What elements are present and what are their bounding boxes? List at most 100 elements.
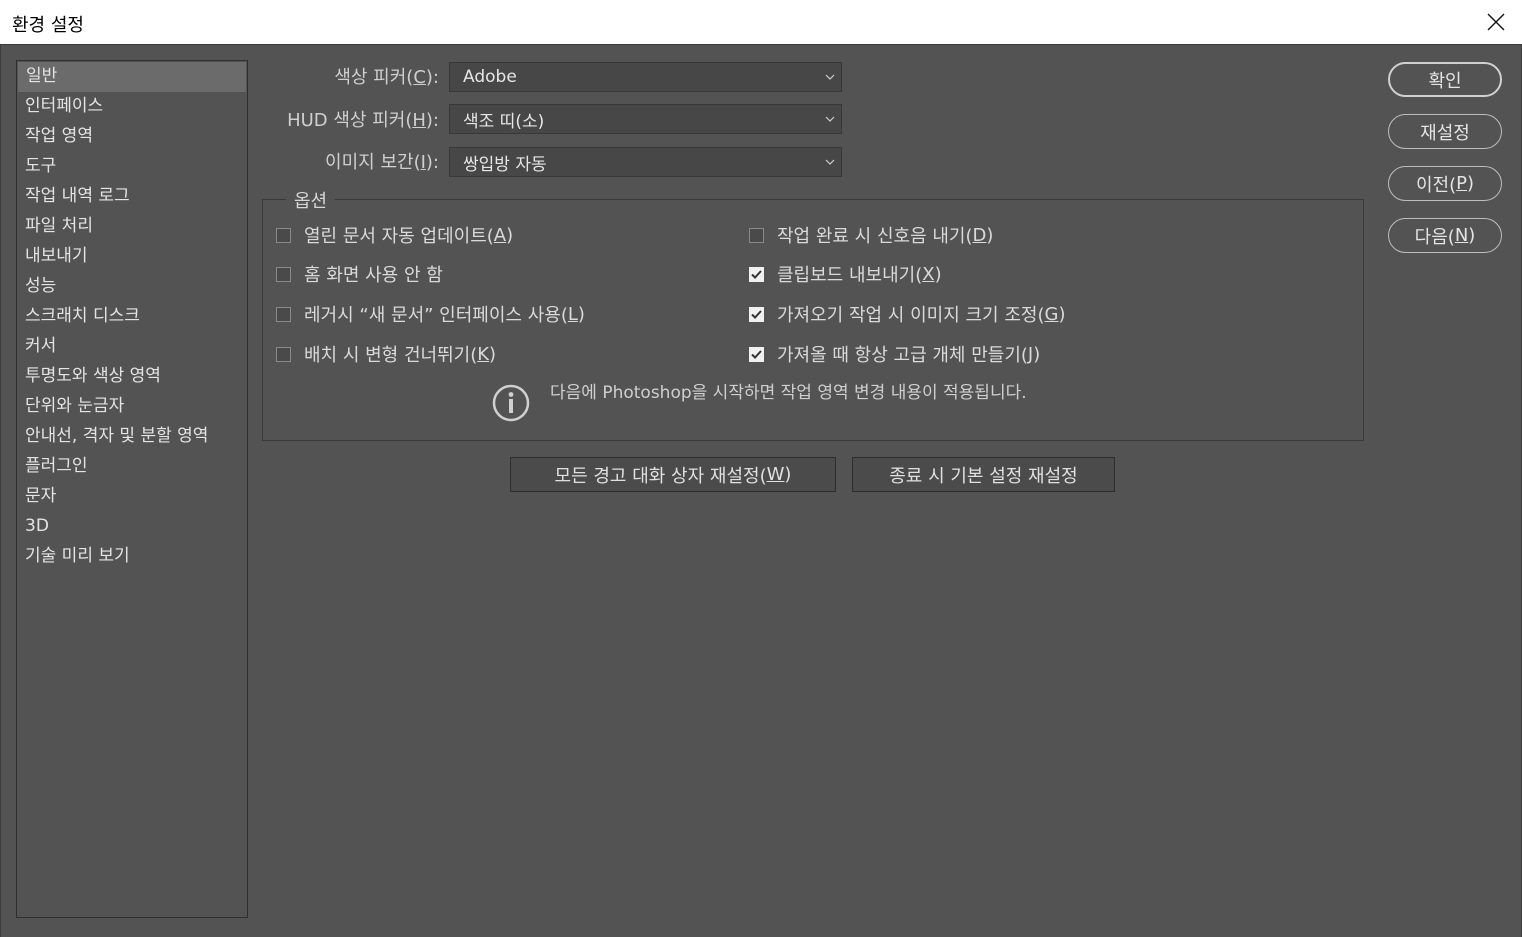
- image-interpolation-value: 쌍입방 자동: [463, 154, 547, 175]
- checkbox[interactable]: [276, 306, 291, 322]
- accelerator-key: C: [413, 67, 426, 88]
- accelerator-key: A: [493, 224, 507, 246]
- option-label: 열린 문서 자동 업데이트(: [304, 226, 494, 247]
- sidebar-item-export[interactable]: 내보내기: [17, 242, 247, 272]
- sidebar-item-interface[interactable]: 인터페이스: [17, 92, 247, 122]
- label-text: HUD 색상 피커(: [287, 110, 413, 131]
- checkmark-icon: [751, 309, 762, 319]
- button-label: 다음(: [1414, 226, 1455, 248]
- sidebar-item-history-log[interactable]: 작업 내역 로그: [17, 182, 247, 212]
- sidebar-item-general[interactable]: 일반: [18, 62, 246, 92]
- title-bar: 환경 설정: [0, 0, 1522, 45]
- accelerator-key: X: [922, 263, 935, 285]
- info-icon: [492, 384, 530, 422]
- option-label: 클립보드 내보내기(: [777, 265, 923, 286]
- next-button[interactable]: 다음(N): [1388, 218, 1502, 253]
- reset-all-warnings-button[interactable]: 모든 경고 대화 상자 재설정(W): [510, 457, 836, 492]
- window-border-left: [0, 45, 1, 937]
- resize-image-during-place-option[interactable]: 가져오기 작업 시 이미지 크기 조정(G): [749, 301, 1065, 327]
- close-icon: [1487, 13, 1505, 31]
- sidebar-item-file-handling[interactable]: 파일 처리: [17, 212, 247, 242]
- option-label: 홈 화면 사용 안 함: [304, 265, 443, 286]
- auto-update-open-docs-option[interactable]: 열린 문서 자동 업데이트(A): [276, 222, 513, 248]
- option-label: ): [1033, 343, 1041, 365]
- sidebar-item-performance[interactable]: 성능: [17, 272, 247, 302]
- chevron-down-icon: [825, 116, 835, 122]
- export-clipboard-option[interactable]: 클립보드 내보내기(X): [749, 261, 942, 287]
- option-label: 가져올 때 항상 고급 개체 만들기(: [777, 345, 1028, 366]
- close-button[interactable]: [1470, 0, 1522, 44]
- option-label: 배치 시 변형 건너뛰기(: [304, 345, 478, 366]
- accelerator-key: G: [1044, 303, 1059, 325]
- option-label: ): [489, 343, 497, 365]
- option-label: ): [934, 263, 942, 285]
- label-text: ):: [425, 110, 439, 131]
- option-label: 가져오기 작업 시 이미지 크기 조정(: [777, 305, 1045, 326]
- checkbox[interactable]: [276, 266, 291, 282]
- legacy-new-document-option[interactable]: 레거시 “새 문서” 인터페이스 사용(L): [276, 301, 585, 327]
- color-picker-select[interactable]: Adobe: [449, 62, 842, 92]
- accelerator-key: L: [567, 303, 578, 325]
- chevron-down-icon: [825, 159, 835, 165]
- checkmark-icon: [751, 349, 762, 359]
- label-text: 이미지 보간(: [325, 152, 421, 173]
- chevron-down-icon: [825, 74, 835, 80]
- option-label: ): [577, 303, 585, 325]
- skip-transform-on-place-option[interactable]: 배치 시 변형 건너뛰기(K): [276, 341, 496, 367]
- button-label: 이전(: [1415, 174, 1457, 196]
- checkbox[interactable]: [749, 227, 764, 243]
- checkbox[interactable]: [749, 346, 764, 362]
- accelerator-key: D: [972, 224, 987, 246]
- sidebar-item-cursors[interactable]: 커서: [17, 332, 247, 362]
- button-label: ): [784, 464, 792, 485]
- button-label: ): [1468, 225, 1476, 246]
- sidebar-item-tools[interactable]: 도구: [17, 152, 247, 182]
- label-text: ):: [425, 152, 439, 173]
- color-picker-value: Adobe: [463, 67, 517, 87]
- reset-button[interactable]: 재설정: [1388, 114, 1502, 149]
- sidebar-item-3d[interactable]: 3D: [17, 512, 247, 542]
- hud-color-picker-select[interactable]: 색조 띠(소): [449, 104, 842, 134]
- accelerator-key: N: [1454, 225, 1469, 246]
- hud-color-picker-value: 색조 띠(소): [463, 111, 545, 132]
- hud-color-picker-label: HUD 색상 피커(H):: [287, 106, 439, 132]
- image-interpolation-select[interactable]: 쌍입방 자동: [449, 147, 842, 177]
- sidebar-item-technology-previews[interactable]: 기술 미리 보기: [17, 542, 247, 572]
- restart-notice: 다음에 Photoshop을 시작하면 작업 영역 변경 내용이 적용됩니다.: [550, 383, 1027, 403]
- accelerator-key: P: [1456, 173, 1467, 194]
- sidebar-item-plugins[interactable]: 플러그인: [17, 452, 247, 482]
- option-label: 작업 완료 시 신호음 내기(: [777, 226, 973, 247]
- reset-preferences-on-quit-button[interactable]: 종료 시 기본 설정 재설정: [852, 457, 1115, 492]
- prev-button[interactable]: 이전(P): [1388, 166, 1502, 201]
- image-interpolation-label: 이미지 보간(I):: [325, 148, 439, 174]
- sidebar-item-guides-grid-slices[interactable]: 안내선, 격자 및 분할 영역: [17, 422, 247, 452]
- checkmark-icon: [751, 269, 762, 279]
- category-list[interactable]: 일반 인터페이스 작업 영역 도구 작업 내역 로그 파일 처리 내보내기 성능…: [16, 60, 248, 918]
- checkbox[interactable]: [276, 227, 291, 243]
- sidebar-item-scratch-disks[interactable]: 스크래치 디스크: [17, 302, 247, 332]
- accelerator-key: H: [412, 110, 426, 131]
- checkbox[interactable]: [749, 266, 764, 282]
- checkbox[interactable]: [749, 306, 764, 322]
- sidebar-item-transparency-gamut[interactable]: 투명도와 색상 영역: [17, 362, 247, 392]
- option-label: ): [1058, 303, 1066, 325]
- options-legend: 옵션: [286, 187, 336, 213]
- sidebar-item-units-rulers[interactable]: 단위와 눈금자: [17, 392, 247, 422]
- accelerator-key: K: [477, 343, 490, 365]
- beep-when-done-option[interactable]: 작업 완료 시 신호음 내기(D): [749, 222, 993, 248]
- window-title: 환경 설정: [12, 15, 84, 36]
- checkbox[interactable]: [276, 346, 291, 362]
- ok-button[interactable]: 확인: [1388, 62, 1502, 97]
- button-label: ): [1466, 173, 1475, 194]
- option-label: ): [506, 224, 514, 246]
- disable-home-screen-option[interactable]: 홈 화면 사용 안 함: [276, 261, 443, 287]
- option-label: ): [986, 224, 994, 246]
- accelerator-key: W: [766, 464, 785, 485]
- button-label: 모든 경고 대화 상자 재설정(: [554, 465, 767, 487]
- label-text: ):: [425, 67, 439, 88]
- sidebar-item-type[interactable]: 문자: [17, 482, 247, 512]
- option-label: 레거시 “새 문서” 인터페이스 사용(: [304, 305, 568, 326]
- always-create-smart-objects-option[interactable]: 가져올 때 항상 고급 개체 만들기(J): [749, 341, 1040, 367]
- sidebar-item-workspace[interactable]: 작업 영역: [17, 122, 247, 152]
- color-picker-label: 색상 피커(C):: [334, 63, 439, 89]
